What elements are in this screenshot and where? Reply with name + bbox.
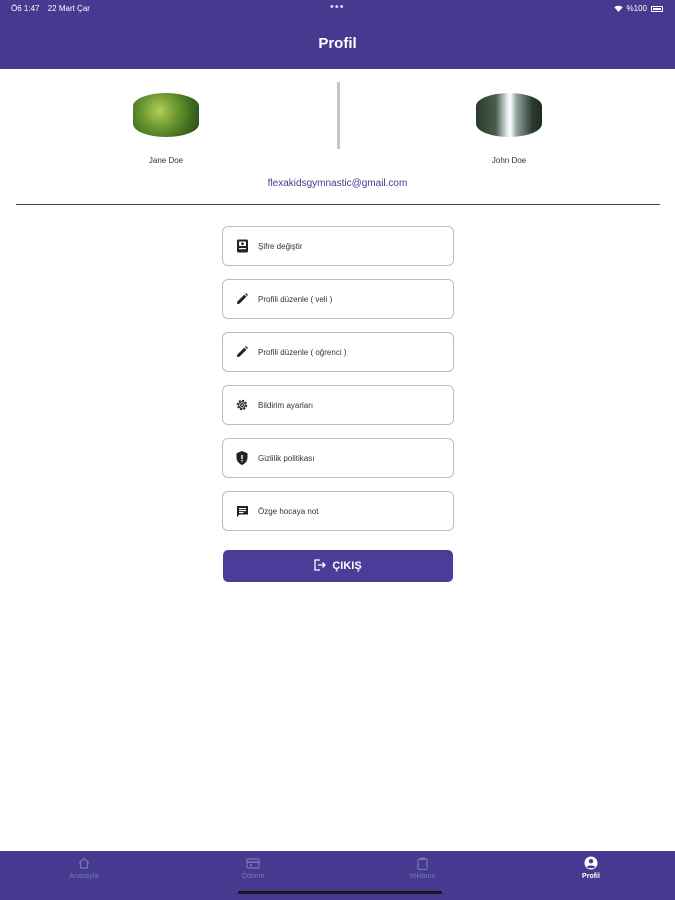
status-indicators: %100 — [613, 4, 663, 13]
tab-label: Anasayfa — [69, 873, 99, 880]
parent-name: Jane Doe — [148, 156, 184, 165]
home-indicator[interactable] — [238, 891, 442, 894]
page-title: Profil — [318, 35, 357, 52]
battery-icon — [651, 5, 663, 12]
tab-label: Yoklama — [408, 873, 436, 880]
profile-icon — [551, 856, 631, 870]
section-divider — [16, 204, 660, 205]
logout-button[interactable]: ÇIKIŞ — [223, 550, 453, 582]
message-icon — [235, 504, 249, 518]
note-to-teacher-button[interactable]: Özge hocaya not — [222, 491, 454, 531]
clipboard-icon — [382, 856, 462, 870]
edit-student-profile-button[interactable]: Profili düzenle ( oğrenci ) — [222, 332, 454, 372]
notification-settings-button[interactable]: Bildirim ayarları — [222, 385, 454, 425]
pencil-icon — [235, 345, 249, 359]
pencil-icon — [235, 292, 249, 306]
tab-payment[interactable]: Ödeme — [213, 856, 293, 880]
wifi-icon — [613, 5, 623, 12]
profile-divider — [337, 82, 340, 149]
home-icon — [44, 856, 124, 870]
bottom-tab-bar: Anasayfa Ödeme Yoklama Profil — [0, 851, 675, 900]
status-date: 22 Mart Çar — [47, 4, 90, 13]
multitasking-dots[interactable]: ••• — [330, 1, 345, 13]
book-icon — [235, 239, 249, 253]
child-profile[interactable]: John Doe — [449, 93, 569, 165]
menu-item-label: Gizlilik politikası — [258, 453, 315, 463]
settings-menu: Şifre değiştir Profili düzenle ( veli ) … — [222, 226, 454, 544]
header-bar: Profil — [0, 18, 675, 69]
tab-label: Ödeme — [241, 873, 265, 880]
child-name: John Doe — [491, 156, 527, 165]
tab-home[interactable]: Anasayfa — [44, 856, 124, 880]
parent-avatar[interactable] — [133, 93, 199, 137]
parent-profile[interactable]: Jane Doe — [106, 93, 226, 165]
status-bar: Ö6 1:47 22 Mart Çar ••• %100 — [0, 0, 675, 18]
child-avatar[interactable] — [476, 93, 542, 137]
menu-item-label: Şifre değiştir — [258, 241, 303, 251]
payment-icon — [213, 856, 293, 870]
battery-percent: %100 — [626, 4, 647, 13]
menu-item-label: Bildirim ayarları — [258, 400, 314, 410]
logout-label: ÇIKIŞ — [332, 560, 362, 572]
change-password-button[interactable]: Şifre değiştir — [222, 226, 454, 266]
tab-profile[interactable]: Profil — [551, 856, 631, 880]
gear-icon — [235, 398, 249, 412]
menu-item-label: Profili düzenle ( veli ) — [258, 294, 333, 304]
edit-parent-profile-button[interactable]: Profili düzenle ( veli ) — [222, 279, 454, 319]
tab-label: Profil — [582, 873, 600, 880]
profiles-section: Jane Doe John Doe flexakidsgymnastic@gma… — [0, 69, 675, 199]
account-email: flexakidsgymnastic@gmail.com — [267, 178, 408, 189]
status-time-date: Ö6 1:47 22 Mart Çar — [11, 4, 90, 13]
status-time: Ö6 1:47 — [11, 4, 40, 13]
tab-attendance[interactable]: Yoklama — [382, 856, 462, 880]
privacy-policy-button[interactable]: Gizlilik politikası — [222, 438, 454, 478]
menu-item-label: Özge hocaya not — [258, 506, 319, 516]
menu-item-label: Profili düzenle ( oğrenci ) — [258, 347, 347, 357]
shield-icon — [235, 451, 249, 465]
logout-icon — [314, 558, 327, 574]
